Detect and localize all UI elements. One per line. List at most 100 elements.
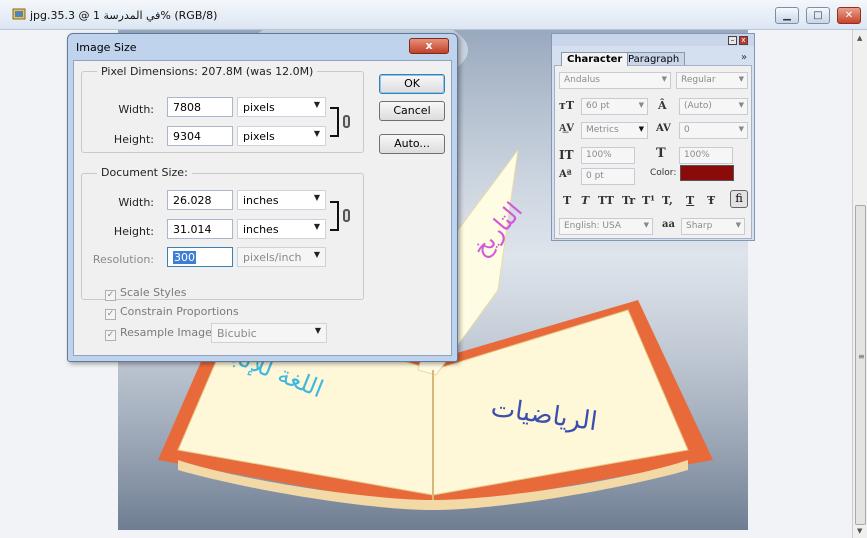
doc-height-unit-select[interactable]: inches ▼ bbox=[237, 219, 326, 239]
minimize-button[interactable]: ▁ bbox=[775, 7, 799, 24]
document-title: jpg.في المدرسة 1 @ 35.3% (RGB/8) bbox=[30, 9, 218, 22]
chevron-down-icon: ▼ bbox=[314, 326, 321, 335]
text-color-swatch[interactable] bbox=[680, 165, 734, 181]
leading-value: (Auto) bbox=[684, 101, 712, 111]
leading-select[interactable]: (Auto) ▼ bbox=[679, 98, 748, 115]
antialias-select[interactable]: Sharp ▼ bbox=[681, 218, 745, 235]
tracking-select[interactable]: 0 ▼ bbox=[679, 122, 748, 139]
chevron-down-icon: ▼ bbox=[313, 250, 320, 259]
tab-paragraph[interactable]: Paragraph bbox=[622, 52, 686, 66]
resolution-input[interactable]: 300 bbox=[167, 247, 233, 267]
chevron-down-icon: ▼ bbox=[313, 222, 320, 231]
chevron-down-icon: ▼ bbox=[738, 75, 744, 83]
color-label: Color: bbox=[650, 168, 677, 178]
superscript-button[interactable]: T¹ bbox=[642, 194, 655, 207]
panel-menu-button[interactable]: » bbox=[741, 52, 747, 63]
vertical-scale-input[interactable]: 100% bbox=[581, 147, 635, 164]
tab-character[interactable]: Character bbox=[561, 52, 629, 66]
kerning-icon: A͟V bbox=[559, 123, 574, 134]
pixel-height-unit: pixels bbox=[243, 130, 275, 143]
resample-image-checkbox[interactable]: ✓ Resample Image: bbox=[105, 326, 216, 341]
vertical-scale-icon: IT bbox=[559, 148, 574, 162]
font-size-icon: ᴛT bbox=[559, 99, 575, 112]
constrain-proportions-checkbox[interactable]: ✓ Constrain Proportions bbox=[105, 305, 239, 320]
checkbox-check-icon: ✓ bbox=[105, 290, 116, 301]
chevron-down-icon: ▼ bbox=[643, 221, 649, 229]
small-caps-button[interactable]: Tr bbox=[622, 194, 635, 207]
scrollbar-thumb[interactable] bbox=[855, 205, 866, 525]
resolution-unit-select[interactable]: pixels/inch ▼ bbox=[237, 247, 326, 267]
language-select[interactable]: English: USA ▼ bbox=[559, 218, 653, 235]
underline-button[interactable]: T bbox=[686, 194, 694, 207]
cancel-button[interactable]: Cancel bbox=[379, 101, 445, 121]
scroll-up-icon[interactable]: ▲ bbox=[857, 34, 862, 42]
pixel-height-input[interactable]: 9304 bbox=[167, 126, 233, 146]
doc-width-input[interactable]: 26.028 bbox=[167, 190, 233, 210]
maximize-button[interactable]: □ bbox=[806, 7, 830, 24]
vertical-scrollbar[interactable] bbox=[852, 30, 867, 538]
resample-method-select[interactable]: Bicubic ▼ bbox=[211, 323, 327, 343]
dialog-close-button[interactable]: x bbox=[409, 38, 449, 54]
antialias-value: Sharp bbox=[686, 221, 713, 231]
tracking-icon: AV bbox=[656, 123, 671, 134]
doc-width-label: Width: bbox=[118, 196, 154, 209]
chain-link-icon bbox=[343, 209, 350, 222]
scale-styles-label: Scale Styles bbox=[120, 286, 187, 299]
chevron-down-icon: ▼ bbox=[661, 75, 667, 83]
fractional-widths-button[interactable]: fi bbox=[730, 190, 748, 208]
all-caps-button[interactable]: TT bbox=[598, 194, 614, 207]
resolution-unit: pixels/inch bbox=[243, 251, 302, 264]
pixel-width-unit: pixels bbox=[243, 101, 275, 114]
document-titlebar: jpg.في المدرسة 1 @ 35.3% (RGB/8) ▁ □ ✕ bbox=[0, 0, 867, 30]
window-close-button[interactable]: ✕ bbox=[837, 7, 861, 24]
auto-button[interactable]: Auto... bbox=[379, 134, 445, 154]
doc-width-unit-select[interactable]: inches ▼ bbox=[237, 190, 326, 210]
document-size-legend: Document Size: bbox=[97, 166, 192, 179]
pixel-height-unit-select[interactable]: pixels ▼ bbox=[237, 126, 326, 146]
doc-height-label: Height: bbox=[113, 225, 154, 238]
resample-method: Bicubic bbox=[217, 327, 257, 340]
tracking-value: 0 bbox=[684, 125, 690, 135]
baseline-shift-input[interactable]: 0 pt bbox=[581, 168, 635, 185]
ok-button[interactable]: OK bbox=[379, 74, 445, 94]
language-value: English: USA bbox=[564, 221, 622, 231]
subscript-button[interactable]: T, bbox=[662, 194, 673, 207]
scroll-grip-icon: ≡ bbox=[858, 352, 865, 361]
image-size-dialog: Image Size x Pixel Dimensions: 207.8M (w… bbox=[67, 33, 458, 362]
faux-bold-button[interactable]: T bbox=[563, 194, 571, 207]
font-style-select[interactable]: Regular ▼ bbox=[676, 72, 748, 89]
checkbox-check-icon: ✓ bbox=[105, 330, 116, 341]
pixel-width-input[interactable]: 7808 bbox=[167, 97, 233, 117]
leading-icon: Â bbox=[658, 99, 667, 112]
constrain-proportions-label: Constrain Proportions bbox=[120, 305, 239, 318]
kerning-select[interactable]: Metrics ▼ bbox=[581, 122, 648, 139]
checkbox-check-icon: ✓ bbox=[105, 309, 116, 320]
chevron-down-icon: ▼ bbox=[735, 221, 741, 229]
chevron-down-icon: ▼ bbox=[738, 125, 744, 133]
doc-width-unit: inches bbox=[243, 194, 279, 207]
chevron-down-icon: ▼ bbox=[638, 101, 644, 109]
pixel-width-unit-select[interactable]: pixels ▼ bbox=[237, 97, 326, 117]
character-panel: – x Character Paragraph » Andalus ▼ Regul… bbox=[551, 33, 755, 241]
chain-link-icon bbox=[343, 115, 350, 128]
faux-italic-button[interactable]: T bbox=[581, 194, 589, 207]
baseline-shift-icon: Aª bbox=[559, 169, 572, 180]
scale-styles-checkbox[interactable]: ✓ Scale Styles bbox=[105, 286, 186, 301]
horizontal-scale-input[interactable]: 100% bbox=[679, 147, 733, 164]
resolution-value: 300 bbox=[173, 251, 196, 264]
strikethrough-button[interactable]: Ŧ bbox=[707, 194, 715, 207]
photoshop-document-icon bbox=[12, 8, 26, 20]
character-panel-body: Andalus ▼ Regular ▼ ᴛT 60 pt ▼ Â (Auto) ▼ A͟… bbox=[554, 65, 752, 239]
panel-close-button[interactable]: x bbox=[739, 36, 748, 45]
panel-header bbox=[552, 34, 754, 46]
panel-collapse-button[interactable]: – bbox=[728, 36, 737, 45]
antialias-icon: aa bbox=[662, 219, 675, 230]
font-size-select[interactable]: 60 pt ▼ bbox=[581, 98, 648, 115]
font-family-select[interactable]: Andalus ▼ bbox=[559, 72, 671, 89]
font-family-value: Andalus bbox=[564, 75, 600, 85]
resolution-label: Resolution: bbox=[92, 253, 154, 266]
doc-height-input[interactable]: 31.014 bbox=[167, 219, 233, 239]
scroll-down-icon[interactable]: ▼ bbox=[857, 527, 862, 535]
font-size-value: 60 pt bbox=[586, 101, 610, 111]
horizontal-scale-icon: T bbox=[656, 146, 666, 161]
